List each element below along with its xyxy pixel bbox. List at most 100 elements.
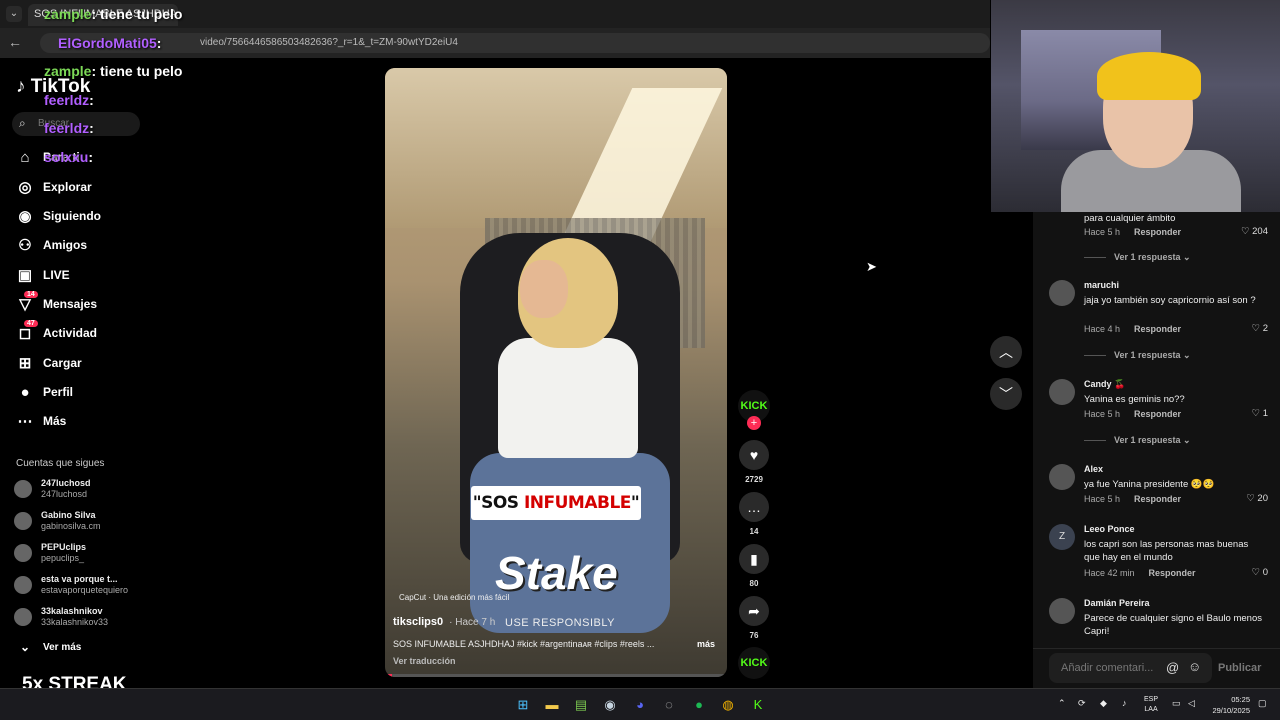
chat-message: solxxu:	[44, 149, 94, 165]
upload-icon: ⊞	[18, 355, 32, 372]
sidebar-item-explorar[interactable]: ◎ Explorar	[16, 176, 91, 198]
emoji-icon[interactable]: ☺	[1188, 659, 1201, 674]
url-field[interactable]: video/7566446586503482636?_r=1&_t=ZM-90w…	[40, 33, 990, 53]
discord-icon[interactable]: ◕	[630, 695, 650, 715]
heart-icon: ♥	[739, 440, 769, 470]
kick-icon[interactable]: K	[748, 695, 768, 715]
reply-button[interactable]: Responder	[1149, 568, 1196, 578]
comment-like-button[interactable]: ♡ 2	[1228, 323, 1268, 334]
chat-message: ElGordoMati05:	[58, 35, 162, 51]
creator-avatar[interactable]: KICK +	[738, 390, 770, 430]
view-replies-button[interactable]: Ver 1 respuesta ⌄	[1084, 252, 1191, 263]
profile-icon: ●	[20, 383, 30, 401]
sidebar-item-mas[interactable]: ⋯ Más	[16, 410, 67, 432]
taskbar: ⊞ ▬ ▤ ◉ ◕ ◌ ● ◍ K ⌃ ⟳ ◆ ♪ ESP LAA ▭ ◁ 05:…	[0, 688, 1280, 720]
following-item[interactable]: 33kalashnikov 33kalashnikov33	[14, 604, 108, 630]
view-replies-button[interactable]: Ver 1 respuesta ⌄	[1084, 350, 1191, 361]
reply-button[interactable]: Responder	[1134, 494, 1181, 504]
comment-meta: Hace 4 h Responder	[1084, 324, 1182, 334]
comment-like-button[interactable]: ♡ 20	[1228, 493, 1268, 504]
tab-list-dropdown[interactable]: ⌄	[6, 6, 22, 22]
spotify-icon[interactable]: ●	[689, 695, 709, 715]
webcam-overlay	[991, 0, 1280, 212]
comment-like-button[interactable]: ♡ 204	[1228, 226, 1268, 237]
capcut-label[interactable]: CapCut · Una edición más fácil	[399, 593, 509, 602]
sidebar-item-cargar[interactable]: ⊞ Cargar	[16, 352, 82, 374]
video-player[interactable]: "SOS INFUMABLE" Stake CapCut · Una edici…	[385, 68, 727, 677]
comment-like-button[interactable]: ♡ 1	[1228, 408, 1268, 419]
following-item[interactable]: PEPUclips pepuclips_	[14, 540, 86, 566]
activity-icon: ◻ 47	[16, 320, 38, 342]
file-explorer-icon[interactable]: ▬	[542, 695, 562, 715]
language-indicator[interactable]: ESP LAA	[1144, 695, 1158, 715]
system-clock[interactable]: 05:25 29/10/2025	[1208, 694, 1250, 716]
comment-input[interactable]: Añadir comentari... @ ☺	[1049, 653, 1212, 683]
sidebar-item-perfil[interactable]: ● Perfil	[16, 381, 73, 403]
save-count: 80	[749, 579, 759, 588]
home-icon: ⌂	[20, 148, 30, 166]
avatar[interactable]	[1049, 280, 1075, 306]
comment-button[interactable]: … 14	[738, 492, 770, 536]
app-icon[interactable]: ▤	[571, 695, 591, 715]
like-count: 2729	[745, 475, 763, 484]
video-caption: "SOS INFUMABLE"	[471, 486, 641, 520]
follow-plus-icon[interactable]: +	[747, 416, 761, 430]
comment-like-button[interactable]: ♡ 0	[1228, 567, 1268, 578]
chat-message: zample: tiene tu pelo	[44, 63, 183, 79]
live-icon: ▣	[17, 267, 33, 284]
sidebar-item-mensajes[interactable]: ▽ 14 Mensajes	[16, 291, 97, 315]
view-replies-button[interactable]: Ver 1 respuesta ⌄	[1084, 435, 1191, 446]
share-button[interactable]: ➦ 76	[738, 596, 770, 640]
more-link[interactable]: más	[697, 639, 715, 649]
avatar	[14, 608, 32, 626]
chevron-up-icon[interactable]: ⌃	[1058, 698, 1066, 709]
mouse-cursor-icon: ➤	[866, 259, 877, 274]
notification-icon[interactable]: ▢	[1258, 698, 1267, 709]
share-count: 76	[749, 631, 759, 640]
video-author[interactable]: tiksclips0 · Hace 7 h	[393, 616, 495, 628]
steam-icon[interactable]: ◉	[600, 695, 620, 715]
avatar[interactable]	[1049, 379, 1075, 405]
comment-meta: Hace 42 min Responder	[1084, 568, 1196, 578]
obs-icon[interactable]: ◌	[659, 695, 679, 715]
post-button[interactable]: Publicar	[1218, 662, 1261, 674]
chevron-down-icon: ﹀	[999, 386, 1013, 402]
video-progress-bar[interactable]	[385, 674, 727, 677]
like-button[interactable]: ♥ 2729	[738, 440, 770, 484]
following-item[interactable]: Gabino Silva gabinosilva.cm	[14, 508, 101, 534]
chrome-icon[interactable]: ◍	[718, 695, 738, 715]
previous-video-button[interactable]: ︿	[990, 336, 1022, 368]
sidebar-item-actividad[interactable]: ◻ 47 Actividad	[16, 320, 97, 344]
sync-icon[interactable]: ⟳	[1078, 698, 1086, 709]
microphone-icon[interactable]: ♪	[1122, 698, 1127, 708]
see-more-button[interactable]: ⌄ Ver más	[16, 636, 81, 658]
shield-icon[interactable]: ◆	[1100, 698, 1107, 709]
comments-panel: para cualquier ámbito Hace 5 h Responder …	[1033, 212, 1280, 688]
sidebar-item-amigos[interactable]: ⚇ Amigos	[16, 234, 87, 256]
comment-icon: …	[739, 492, 769, 522]
sidebar-item-live[interactable]: ▣ LIVE	[16, 264, 70, 286]
following-item[interactable]: 247luchosd 247luchosd	[14, 476, 91, 502]
comment-meta: Hace 5 h Responder	[1084, 409, 1182, 419]
mention-icon[interactable]: @	[1166, 660, 1179, 675]
translate-link[interactable]: Ver traducción	[393, 656, 456, 666]
reply-button[interactable]: Responder	[1134, 227, 1181, 237]
reply-button[interactable]: Responder	[1134, 409, 1181, 419]
next-video-button[interactable]: ﹀	[990, 378, 1022, 410]
bookmark-icon: ▮	[739, 544, 769, 574]
avatar[interactable]	[1049, 598, 1075, 624]
save-button[interactable]: ▮ 80	[738, 544, 770, 588]
windows-start-icon[interactable]: ⊞	[513, 695, 533, 715]
avatar[interactable]	[1049, 464, 1075, 490]
avatar[interactable]: Z	[1049, 524, 1075, 550]
volume-icon[interactable]: ◁	[1188, 698, 1195, 709]
reply-button[interactable]: Responder	[1134, 324, 1181, 334]
following-item[interactable]: esta va porque t... estavaporquetequiero	[14, 572, 128, 598]
network-icon[interactable]: ▭	[1172, 698, 1181, 709]
back-arrow-icon[interactable]: ←	[8, 34, 22, 50]
chat-message: feerldz:	[44, 120, 94, 136]
messages-badge: 14	[24, 291, 38, 298]
progress-fill	[385, 674, 392, 677]
sidebar-item-siguiendo[interactable]: ◉ Siguiendo	[16, 205, 101, 227]
sound-disc[interactable]: KICK	[738, 647, 770, 679]
